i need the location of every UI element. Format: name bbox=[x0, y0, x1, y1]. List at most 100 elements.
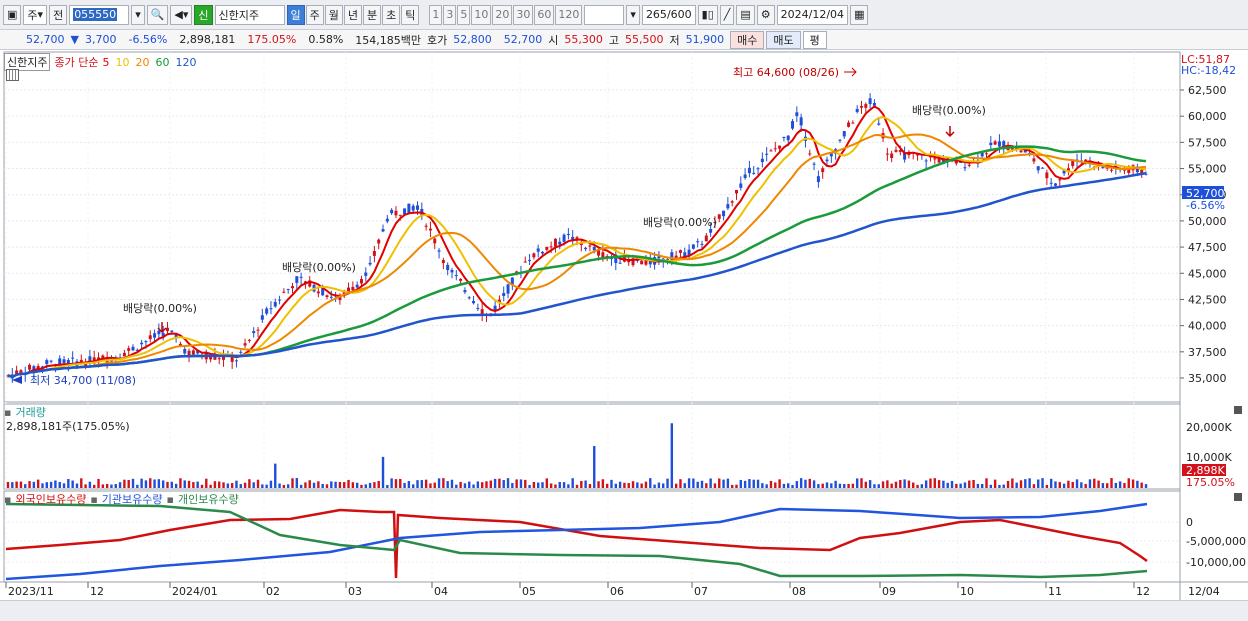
period-tab[interactable]: 틱 bbox=[401, 4, 420, 25]
count-tab[interactable]: 3 bbox=[443, 4, 457, 25]
ma-label[interactable]: 5 bbox=[102, 56, 109, 69]
volume-bar bbox=[196, 481, 199, 488]
prev-button[interactable]: 전 bbox=[49, 4, 68, 25]
candle-body bbox=[855, 108, 859, 113]
ma-label[interactable]: 20 bbox=[135, 56, 149, 69]
volume-bar bbox=[886, 480, 889, 488]
search-icon[interactable]: 🔍 bbox=[146, 4, 169, 25]
count-tab[interactable]: 10 bbox=[471, 4, 492, 25]
x-right-label: 12/04 bbox=[1188, 585, 1220, 598]
candle-body bbox=[385, 218, 389, 222]
volume-bar bbox=[222, 482, 225, 488]
holdings-series-label[interactable]: 기관보유수량 bbox=[102, 491, 163, 507]
candle-body bbox=[747, 167, 751, 174]
period-tab[interactable]: 년 bbox=[343, 4, 363, 25]
market-select[interactable]: 주 ▾ bbox=[23, 4, 48, 25]
x-tick-label: 08 bbox=[792, 585, 806, 598]
volume-bar bbox=[105, 483, 109, 488]
candle-body bbox=[282, 291, 286, 293]
count-tab[interactable]: 60 bbox=[534, 4, 555, 25]
count-dropdown-icon[interactable]: ▾ bbox=[626, 4, 640, 25]
candle-body bbox=[592, 246, 596, 251]
candle-body bbox=[381, 229, 385, 232]
volume-bar bbox=[381, 456, 385, 488]
candle-body bbox=[799, 117, 803, 126]
volume-bar bbox=[528, 484, 531, 488]
volume-bar bbox=[407, 481, 411, 488]
period-tab[interactable]: 일 bbox=[286, 4, 305, 25]
buy-button[interactable]: 매수 bbox=[730, 30, 765, 49]
volume-bar bbox=[476, 481, 480, 488]
period-tab[interactable]: 월 bbox=[324, 4, 343, 25]
panel-close-icon[interactable] bbox=[1234, 406, 1242, 414]
sell-button[interactable]: 매도 bbox=[766, 30, 801, 49]
draw-tool-icon[interactable]: ╱ bbox=[719, 4, 735, 25]
open: 55,300 bbox=[564, 33, 603, 46]
holdings-series-label[interactable]: 개인보유수량 bbox=[178, 491, 239, 507]
panel-close-icon[interactable] bbox=[1234, 493, 1242, 501]
volume-bar bbox=[855, 478, 859, 488]
date-input[interactable]: 2024/12/04 bbox=[776, 4, 849, 25]
candle-body bbox=[359, 279, 363, 284]
volume-bar bbox=[519, 479, 523, 488]
volume-bar bbox=[377, 480, 380, 488]
stock-chart[interactable]: 62,50060,00057,50055,00052,50050,00047,5… bbox=[0, 50, 1248, 621]
candle-body bbox=[584, 247, 588, 250]
holdings-legend: ▪ 외국인보유수량 ▪ 기관보유수량 ▪ 개인보유수량 bbox=[4, 491, 239, 507]
candle-body bbox=[291, 286, 294, 289]
candle-body bbox=[618, 262, 622, 264]
candle-body bbox=[739, 183, 743, 188]
count-tab[interactable]: 1 bbox=[429, 4, 443, 25]
period-tab[interactable]: 분 bbox=[363, 4, 382, 25]
volume-bar bbox=[778, 479, 781, 488]
ma-label[interactable]: 60 bbox=[155, 56, 169, 69]
count-input[interactable] bbox=[584, 4, 625, 25]
scrollbar[interactable] bbox=[0, 600, 1248, 621]
candle-body bbox=[368, 262, 372, 265]
eval-button[interactable]: 평 bbox=[802, 30, 827, 49]
count-tab[interactable]: 120 bbox=[555, 4, 583, 25]
tool-icon[interactable] bbox=[6, 69, 19, 81]
volume-bar bbox=[670, 423, 674, 488]
volume-bar bbox=[718, 478, 721, 488]
ma-label[interactable]: 10 bbox=[115, 56, 129, 69]
high-label: 고 bbox=[608, 33, 620, 47]
period-tab[interactable]: 주 bbox=[305, 4, 324, 25]
volume-bar bbox=[424, 479, 428, 488]
x-tick-label: 04 bbox=[434, 585, 448, 598]
volume-bar bbox=[390, 478, 393, 488]
volume-bar bbox=[1114, 482, 1118, 488]
gear-icon[interactable]: ⚙ bbox=[756, 4, 775, 25]
range-input[interactable]: 265/600 bbox=[641, 4, 696, 25]
volume-bar bbox=[88, 481, 92, 488]
volume-bar bbox=[700, 480, 704, 488]
ma-label[interactable]: 120 bbox=[175, 56, 196, 69]
holdings-series-label[interactable]: 외국인보유수량 bbox=[15, 491, 86, 507]
candle-body bbox=[523, 261, 527, 263]
code-input[interactable]: 055550 bbox=[69, 4, 130, 25]
candle-body bbox=[329, 296, 333, 298]
last-pct-label: -6.56% bbox=[1186, 199, 1225, 212]
volume-bar bbox=[161, 480, 165, 488]
volume-bar bbox=[278, 483, 281, 488]
count-tab[interactable]: 30 bbox=[513, 4, 534, 25]
volume-bar bbox=[722, 479, 725, 488]
volume-bar bbox=[213, 481, 217, 488]
volume-bar bbox=[230, 483, 234, 488]
code-dropdown-icon[interactable]: ▾ bbox=[131, 4, 145, 25]
candle-icon[interactable]: ▮▯ bbox=[697, 4, 718, 25]
period-tab[interactable]: 초 bbox=[382, 4, 401, 25]
volume-bar bbox=[502, 480, 505, 488]
volume-value: 2,898,181주(175.05%) bbox=[6, 420, 130, 433]
save-icon[interactable]: ▤ bbox=[736, 4, 755, 25]
speaker-icon[interactable]: ◀▾ bbox=[170, 4, 193, 25]
layout-icon[interactable]: ▣ bbox=[3, 4, 22, 25]
volume-bar bbox=[58, 481, 61, 488]
volume-bar bbox=[114, 484, 117, 488]
candle-body bbox=[752, 172, 756, 174]
count-tab[interactable]: 20 bbox=[492, 4, 513, 25]
calendar-icon[interactable]: ▦ bbox=[850, 4, 869, 25]
volume-bar bbox=[11, 482, 14, 488]
candle-body bbox=[558, 241, 562, 245]
count-tab[interactable]: 5 bbox=[457, 4, 471, 25]
